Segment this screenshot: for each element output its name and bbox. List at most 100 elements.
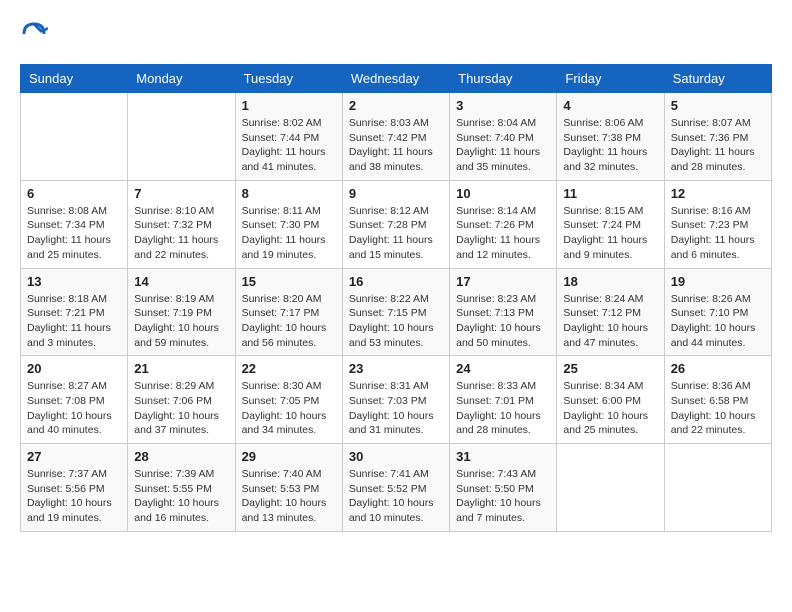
calendar-cell [128, 93, 235, 181]
logo [20, 20, 52, 48]
day-number: 2 [349, 98, 443, 113]
day-number: 19 [671, 274, 765, 289]
calendar-cell: 24 Sunrise: 8:33 AMSunset: 7:01 PMDayligh… [450, 356, 557, 444]
day-info: Sunrise: 8:36 AMSunset: 6:58 PMDaylight:… [671, 379, 765, 438]
calendar-cell: 2 Sunrise: 8:03 AMSunset: 7:42 PMDaylight… [342, 93, 449, 181]
day-number: 13 [27, 274, 121, 289]
day-number: 14 [134, 274, 228, 289]
day-number: 10 [456, 186, 550, 201]
day-info: Sunrise: 7:41 AMSunset: 5:52 PMDaylight:… [349, 467, 443, 526]
calendar-cell: 3 Sunrise: 8:04 AMSunset: 7:40 PMDaylight… [450, 93, 557, 181]
calendar-cell: 27 Sunrise: 7:37 AMSunset: 5:56 PMDayligh… [21, 444, 128, 532]
calendar-cell: 19Sunrise: 8:26 AMSunset: 7:10 PMDayligh… [664, 268, 771, 356]
calendar-cell: 28 Sunrise: 7:39 AMSunset: 5:55 PMDayligh… [128, 444, 235, 532]
day-number: 22 [242, 361, 336, 376]
day-info: Sunrise: 8:31 AMSunset: 7:03 PMDaylight:… [349, 379, 443, 438]
calendar-cell: 13 Sunrise: 8:18 AMSunset: 7:21 PMDayligh… [21, 268, 128, 356]
day-info: Sunrise: 8:23 AMSunset: 7:13 PMDaylight:… [456, 292, 550, 351]
day-number: 23 [349, 361, 443, 376]
day-number: 18 [563, 274, 657, 289]
day-info: Sunrise: 8:24 AMSunset: 7:12 PMDaylight:… [563, 292, 657, 351]
calendar-cell: 5 Sunrise: 8:07 AMSunset: 7:36 PMDaylight… [664, 93, 771, 181]
day-number: 16 [349, 274, 443, 289]
day-info: Sunrise: 8:04 AMSunset: 7:40 PMDaylight:… [456, 116, 550, 175]
day-number: 27 [27, 449, 121, 464]
calendar-cell: 20 Sunrise: 8:27 AMSunset: 7:08 PMDayligh… [21, 356, 128, 444]
day-info: Sunrise: 7:43 AMSunset: 5:50 PMDaylight:… [456, 467, 550, 526]
day-info: Sunrise: 8:29 AMSunset: 7:06 PMDaylight:… [134, 379, 228, 438]
calendar-cell: 26 Sunrise: 8:36 AMSunset: 6:58 PMDayligh… [664, 356, 771, 444]
day-info: Sunrise: 7:39 AMSunset: 5:55 PMDaylight:… [134, 467, 228, 526]
day-info: Sunrise: 8:30 AMSunset: 7:05 PMDaylight:… [242, 379, 336, 438]
day-number: 21 [134, 361, 228, 376]
page-header [20, 20, 772, 48]
calendar-cell [21, 93, 128, 181]
weekday-header-thursday: Thursday [450, 65, 557, 93]
calendar-cell: 22 Sunrise: 8:30 AMSunset: 7:05 PMDayligh… [235, 356, 342, 444]
weekday-header-saturday: Saturday [664, 65, 771, 93]
day-number: 29 [242, 449, 336, 464]
day-info: Sunrise: 8:18 AMSunset: 7:21 PMDaylight:… [27, 292, 121, 351]
day-number: 4 [563, 98, 657, 113]
calendar-cell: 11 Sunrise: 8:15 AMSunset: 7:24 PMDayligh… [557, 180, 664, 268]
day-info: Sunrise: 8:03 AMSunset: 7:42 PMDaylight:… [349, 116, 443, 175]
day-info: Sunrise: 8:12 AMSunset: 7:28 PMDaylight:… [349, 204, 443, 263]
day-info: Sunrise: 8:15 AMSunset: 7:24 PMDaylight:… [563, 204, 657, 263]
weekday-header-wednesday: Wednesday [342, 65, 449, 93]
calendar-cell: 16 Sunrise: 8:22 AMSunset: 7:15 PMDayligh… [342, 268, 449, 356]
weekday-header-sunday: Sunday [21, 65, 128, 93]
calendar-cell: 1Sunrise: 8:02 AMSunset: 7:44 PMDaylight… [235, 93, 342, 181]
weekday-header-monday: Monday [128, 65, 235, 93]
calendar-cell: 18 Sunrise: 8:24 AMSunset: 7:12 PMDayligh… [557, 268, 664, 356]
calendar-cell: 15 Sunrise: 8:20 AMSunset: 7:17 PMDayligh… [235, 268, 342, 356]
day-info: Sunrise: 8:34 AMSunset: 6:00 PMDaylight:… [563, 379, 657, 438]
weekday-header-tuesday: Tuesday [235, 65, 342, 93]
day-info: Sunrise: 8:02 AMSunset: 7:44 PMDaylight:… [242, 116, 336, 175]
calendar-table: SundayMondayTuesdayWednesdayThursdayFrid… [20, 64, 772, 532]
day-info: Sunrise: 7:37 AMSunset: 5:56 PMDaylight:… [27, 467, 121, 526]
day-info: Sunrise: 8:27 AMSunset: 7:08 PMDaylight:… [27, 379, 121, 438]
day-number: 9 [349, 186, 443, 201]
calendar-cell: 25 Sunrise: 8:34 AMSunset: 6:00 PMDayligh… [557, 356, 664, 444]
day-number: 5 [671, 98, 765, 113]
day-number: 15 [242, 274, 336, 289]
day-info: Sunrise: 7:40 AMSunset: 5:53 PMDaylight:… [242, 467, 336, 526]
day-number: 26 [671, 361, 765, 376]
day-number: 20 [27, 361, 121, 376]
day-number: 11 [563, 186, 657, 201]
calendar-cell: 4Sunrise: 8:06 AMSunset: 7:38 PMDaylight… [557, 93, 664, 181]
calendar-cell: 12Sunrise: 8:16 AMSunset: 7:23 PMDayligh… [664, 180, 771, 268]
day-info: Sunrise: 8:20 AMSunset: 7:17 PMDaylight:… [242, 292, 336, 351]
day-info: Sunrise: 8:22 AMSunset: 7:15 PMDaylight:… [349, 292, 443, 351]
day-info: Sunrise: 8:33 AMSunset: 7:01 PMDaylight:… [456, 379, 550, 438]
day-number: 3 [456, 98, 550, 113]
day-number: 24 [456, 361, 550, 376]
day-number: 31 [456, 449, 550, 464]
calendar-cell: 8 Sunrise: 8:11 AMSunset: 7:30 PMDaylight… [235, 180, 342, 268]
day-info: Sunrise: 8:11 AMSunset: 7:30 PMDaylight:… [242, 204, 336, 263]
calendar-cell: 10 Sunrise: 8:14 AMSunset: 7:26 PMDayligh… [450, 180, 557, 268]
day-info: Sunrise: 8:08 AMSunset: 7:34 PMDaylight:… [27, 204, 121, 263]
weekday-header-friday: Friday [557, 65, 664, 93]
day-number: 30 [349, 449, 443, 464]
calendar-cell: 31 Sunrise: 7:43 AMSunset: 5:50 PMDayligh… [450, 444, 557, 532]
calendar-cell: 21 Sunrise: 8:29 AMSunset: 7:06 PMDayligh… [128, 356, 235, 444]
calendar-cell [664, 444, 771, 532]
day-number: 17 [456, 274, 550, 289]
day-info: Sunrise: 8:07 AMSunset: 7:36 PMDaylight:… [671, 116, 765, 175]
day-number: 25 [563, 361, 657, 376]
calendar-cell: 17 Sunrise: 8:23 AMSunset: 7:13 PMDayligh… [450, 268, 557, 356]
calendar-cell: 7Sunrise: 8:10 AMSunset: 7:32 PMDaylight… [128, 180, 235, 268]
day-info: Sunrise: 8:10 AMSunset: 7:32 PMDaylight:… [134, 204, 228, 263]
day-number: 8 [242, 186, 336, 201]
calendar-cell: 14Sunrise: 8:19 AMSunset: 7:19 PMDayligh… [128, 268, 235, 356]
calendar-cell: 6 Sunrise: 8:08 AMSunset: 7:34 PMDaylight… [21, 180, 128, 268]
day-number: 28 [134, 449, 228, 464]
calendar-cell: 29 Sunrise: 7:40 AMSunset: 5:53 PMDayligh… [235, 444, 342, 532]
day-info: Sunrise: 8:14 AMSunset: 7:26 PMDaylight:… [456, 204, 550, 263]
calendar-cell [557, 444, 664, 532]
day-number: 12 [671, 186, 765, 201]
logo-icon [20, 20, 48, 48]
calendar-cell: 30 Sunrise: 7:41 AMSunset: 5:52 PMDayligh… [342, 444, 449, 532]
day-number: 6 [27, 186, 121, 201]
